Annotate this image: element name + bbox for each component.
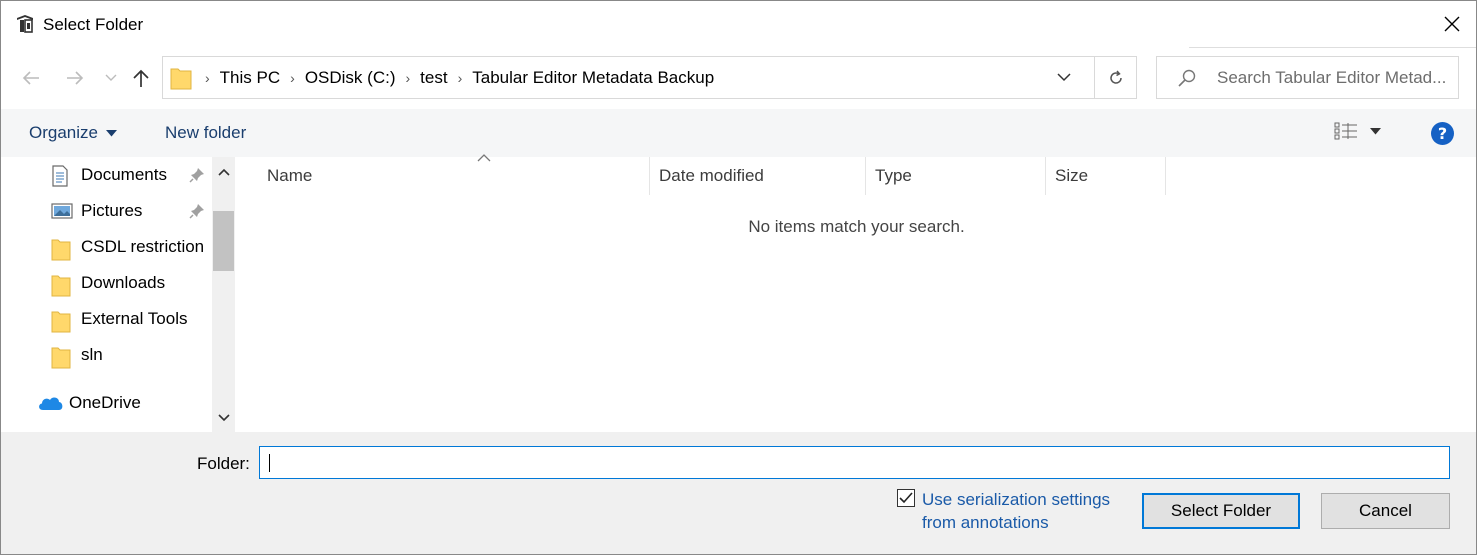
breadcrumb-separator-icon[interactable]: ›: [286, 70, 299, 86]
column-header-label: Size: [1055, 166, 1089, 185]
nav-item-label: OneDrive: [69, 393, 141, 412]
column-divider[interactable]: [1045, 157, 1046, 195]
address-bar[interactable]: › This PC › OSDisk (C:) › test › Tabular…: [162, 56, 1137, 99]
onedrive-icon: [39, 397, 63, 410]
back-arrow-icon: [22, 71, 39, 85]
nav-item-documents[interactable]: Documents: [1, 158, 211, 192]
select-folder-dialog: Select Folder › This PC › OSDisk (C:) › …: [0, 0, 1477, 555]
column-header-size[interactable]: Size: [1055, 157, 1165, 195]
new-folder-button[interactable]: New folder: [165, 123, 246, 143]
column-divider[interactable]: [865, 157, 866, 195]
column-header-label: Name: [267, 166, 313, 185]
pin-icon: [189, 168, 204, 183]
navigation-pane: Documents Pictures CSDL restriction Down…: [1, 157, 237, 432]
nav-item-label: Pictures: [81, 201, 143, 220]
dialog-footer: Folder: Use serialization settings from …: [1, 432, 1476, 554]
checkmark-icon: [899, 492, 913, 504]
folder-icon: [51, 239, 71, 261]
breadcrumb-separator-icon[interactable]: ›: [401, 70, 414, 86]
back-button[interactable]: [18, 65, 44, 91]
folder-icon: [51, 311, 71, 333]
nav-item-label: Downloads: [81, 273, 166, 292]
breadcrumb-osdisk[interactable]: OSDisk (C:): [299, 68, 402, 88]
breadcrumb-separator-icon: ›: [205, 69, 210, 86]
chevron-down-icon: [217, 414, 230, 422]
organize-label: Organize: [29, 123, 98, 142]
nav-scrollbar[interactable]: [212, 157, 235, 432]
serialization-checkbox-label[interactable]: Use serialization settings from annotati…: [922, 488, 1132, 534]
help-button[interactable]: ?: [1431, 122, 1454, 145]
nav-item-label: sln: [81, 345, 103, 364]
command-bar: Organize New folder: [1, 109, 1476, 157]
column-header-label: Date modified: [659, 166, 764, 185]
up-button[interactable]: [129, 65, 153, 91]
chevron-down-icon: [105, 74, 117, 81]
scroll-up-button[interactable]: [212, 161, 235, 183]
breadcrumb: › This PC › OSDisk (C:) › test › Tabular…: [201, 57, 720, 98]
breadcrumb-this-pc[interactable]: This PC: [214, 68, 286, 88]
documents-icon: [52, 165, 68, 187]
up-arrow-icon: [133, 69, 149, 87]
folder-icon: [170, 68, 192, 90]
refresh-icon: [1109, 70, 1122, 84]
cancel-button[interactable]: Cancel: [1321, 493, 1450, 529]
nav-item-onedrive[interactable]: OneDrive: [1, 386, 211, 420]
folder-label: Folder:: [197, 454, 250, 473]
chevron-up-icon: [217, 168, 230, 176]
column-divider[interactable]: [649, 157, 650, 195]
title-bar: Select Folder: [1, 1, 1476, 47]
forward-arrow-icon: [67, 71, 84, 85]
recent-locations-button[interactable]: [102, 65, 120, 91]
text-cursor: [269, 454, 270, 472]
search-box[interactable]: Search Tabular Editor Metad...: [1156, 56, 1459, 99]
breadcrumb-test[interactable]: test: [414, 68, 453, 88]
search-input[interactable]: Search Tabular Editor Metad...: [1217, 68, 1455, 88]
nav-item-downloads[interactable]: Downloads: [1, 266, 211, 300]
scroll-thumb[interactable]: [213, 211, 234, 271]
file-list[interactable]: Name Date modified Type Size No items ma…: [237, 154, 1476, 432]
folder-icon: [51, 275, 71, 297]
caret-down-icon: [105, 129, 117, 136]
window-title: Select Folder: [43, 15, 144, 34]
serialization-checkbox[interactable]: [897, 489, 915, 507]
nav-item-label: CSDL restriction: [81, 237, 205, 256]
breadcrumb-separator-icon[interactable]: ›: [454, 70, 467, 86]
nav-item-csdl-restriction[interactable]: CSDL restriction: [1, 230, 211, 264]
change-view-button[interactable]: [1334, 122, 1381, 140]
search-icon: [1178, 69, 1196, 87]
tabular-editor-app-icon: [17, 15, 33, 33]
close-icon: [1444, 16, 1460, 32]
nav-item-external-tools[interactable]: External Tools: [1, 302, 211, 336]
nav-item-label: Documents: [81, 165, 167, 184]
sort-ascending-icon: [477, 154, 491, 162]
pictures-icon: [51, 203, 73, 219]
close-button[interactable]: [1428, 1, 1476, 47]
details-view-icon: [1334, 122, 1357, 140]
title-divider: [1189, 47, 1476, 48]
column-header-date-modified[interactable]: Date modified: [659, 157, 864, 195]
select-folder-button[interactable]: Select Folder: [1142, 493, 1300, 529]
column-divider[interactable]: [1165, 157, 1166, 195]
folder-name-input[interactable]: [259, 446, 1450, 479]
pin-icon: [189, 204, 204, 219]
chevron-down-icon: [1057, 73, 1071, 82]
nav-item-label: External Tools: [81, 309, 188, 328]
organize-button[interactable]: Organize: [29, 123, 117, 143]
help-icon: ?: [1437, 124, 1448, 143]
column-header-name[interactable]: Name: [267, 154, 649, 195]
breadcrumb-tabular-editor-metadata-backup[interactable]: Tabular Editor Metadata Backup: [466, 68, 720, 88]
column-header-label: Type: [875, 166, 912, 185]
nav-item-pictures[interactable]: Pictures: [1, 194, 211, 228]
empty-list-message: No items match your search.: [748, 217, 965, 236]
caret-down-icon: [1370, 127, 1381, 134]
address-dropdown-button[interactable]: [1044, 57, 1084, 98]
scroll-down-button[interactable]: [212, 407, 235, 429]
refresh-button[interactable]: [1095, 57, 1136, 98]
nav-item-sln[interactable]: sln: [1, 338, 211, 372]
column-header-type[interactable]: Type: [875, 157, 1045, 195]
forward-button[interactable]: [62, 65, 88, 91]
folder-icon: [51, 347, 71, 369]
